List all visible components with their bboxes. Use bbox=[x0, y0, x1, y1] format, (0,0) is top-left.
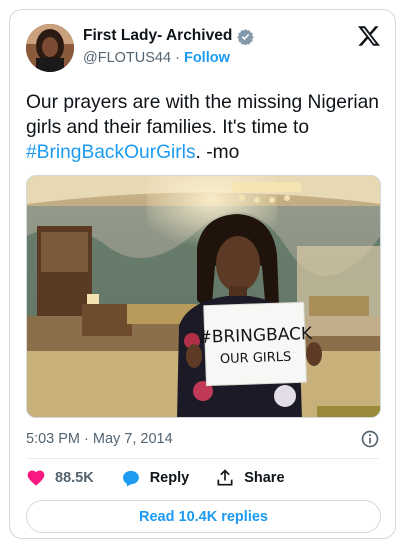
share-label: Share bbox=[244, 470, 285, 486]
sign-line-1: #BRINGBACK bbox=[197, 324, 313, 348]
share-icon bbox=[217, 469, 233, 486]
author-name-row: First Lady- Archived bbox=[83, 27, 255, 45]
tweet-text-body: Our prayers are with the missing Nigeria… bbox=[26, 92, 379, 138]
tweet-text-signoff: . -mo bbox=[195, 142, 240, 163]
share-button[interactable]: Share bbox=[215, 468, 285, 488]
reply-bubble-icon bbox=[122, 470, 139, 487]
read-replies-button[interactable]: Read 10.4K replies bbox=[26, 500, 381, 533]
like-count: 88.5K bbox=[55, 470, 94, 486]
info-icon[interactable] bbox=[360, 429, 380, 449]
x-logo-icon[interactable] bbox=[357, 24, 381, 48]
reply-label: Reply bbox=[149, 470, 190, 486]
tweet-text: Our prayers are with the missing Nigeria… bbox=[26, 90, 386, 165]
action-bar: 88.5K Reply Share bbox=[26, 468, 285, 488]
author-handle-row: @FLOTUS44 · Follow bbox=[83, 50, 230, 66]
tweet-card: First Lady- Archived @FLOTUS44 · Follow … bbox=[9, 9, 396, 539]
hashtag-link[interactable]: #BringBackOurGirls bbox=[26, 142, 196, 163]
heart-icon bbox=[27, 470, 45, 486]
gov-verified-badge-icon bbox=[237, 28, 255, 45]
separator-dot: · bbox=[175, 50, 180, 66]
avatar[interactable] bbox=[26, 24, 74, 72]
reply-button[interactable]: Reply bbox=[121, 468, 190, 488]
author-display-name[interactable]: First Lady- Archived bbox=[83, 27, 232, 45]
tweet-photo[interactable]: #BRINGBACK OUR GIRLS bbox=[26, 175, 381, 418]
follow-button[interactable]: Follow bbox=[184, 50, 230, 66]
tweet-timestamp[interactable]: 5:03 PM · May 7, 2014 bbox=[26, 431, 173, 447]
sign-line-2: OUR GIRLS bbox=[220, 350, 292, 367]
author-handle[interactable]: @FLOTUS44 bbox=[83, 50, 171, 66]
divider bbox=[26, 458, 379, 459]
like-button[interactable]: 88.5K bbox=[26, 468, 94, 488]
